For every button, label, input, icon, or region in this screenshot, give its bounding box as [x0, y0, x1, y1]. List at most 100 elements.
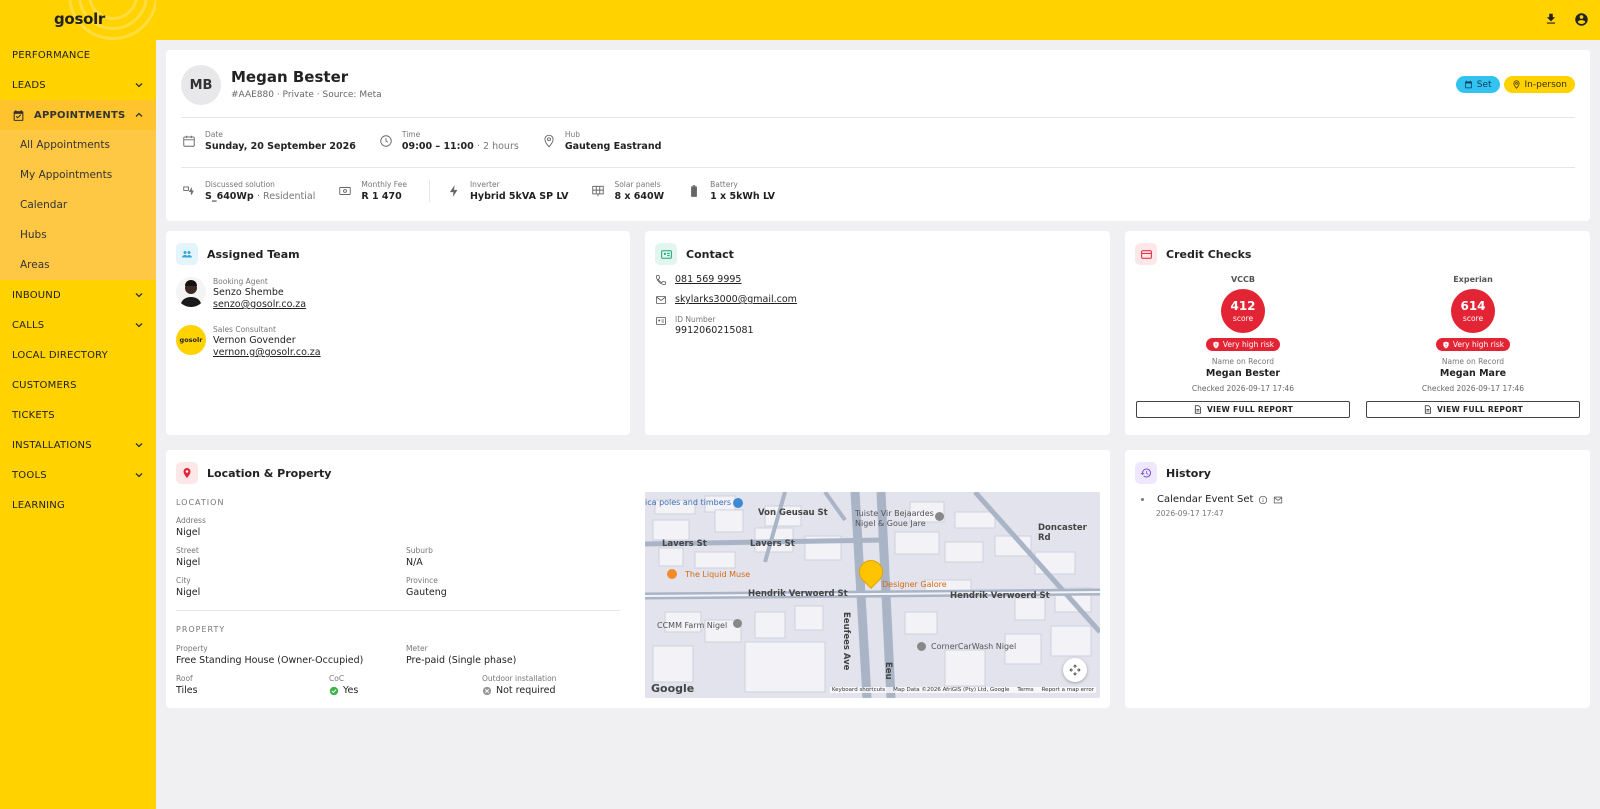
phone-link[interactable]: 081 569 9995 — [675, 274, 741, 285]
map-label: Nigel & Goue Jare — [855, 519, 926, 528]
bureau-name: VCCB — [1230, 275, 1256, 284]
calendar-check-icon — [13, 109, 24, 121]
sidebar-item-inbound[interactable]: INBOUND — [0, 280, 156, 310]
field-label: Outdoor installation — [482, 674, 557, 683]
contact-card: Contact 081 569 9995 skylarks3000@gmail.… — [645, 231, 1110, 435]
report-map-error-link[interactable]: Report a map error — [1042, 687, 1094, 693]
name-on-record: Megan Bester — [1205, 367, 1281, 379]
appointments-submenu: All Appointments My Appointments Calenda… — [0, 130, 156, 280]
solution-meta-row: Discussed solution S_640Wp · Residential … — [181, 180, 797, 202]
sidebar-subitem-areas[interactable]: Areas — [0, 250, 156, 280]
keyboard-shortcuts-link[interactable]: Keyboard shortcuts — [832, 687, 885, 693]
field-value: Not required — [496, 685, 556, 696]
meta-battery: Battery 1 x 5kWh LV — [686, 180, 775, 202]
fullscreen-button[interactable] — [1063, 658, 1087, 682]
sidebar-item-performance[interactable]: PERFORMANCE — [0, 40, 156, 70]
sidebar-item-calls[interactable]: CALLS — [0, 310, 156, 340]
member-role: Booking Agent — [213, 277, 268, 286]
field-meter: Meter Pre-paid (Single phase) — [406, 644, 516, 666]
location-pin-icon — [541, 133, 557, 149]
history-item-time: 2026-09-17 17:47 — [1156, 509, 1224, 518]
mail-icon[interactable] — [1273, 495, 1283, 505]
button-label: VIEW FULL REPORT — [1436, 404, 1524, 414]
card-title: Location & Property — [207, 466, 332, 480]
view-full-report-button[interactable]: VIEW FULL REPORT — [1366, 400, 1580, 418]
map-label: Eeu — [883, 662, 893, 680]
divider — [181, 167, 1575, 168]
sidebar-item-learning[interactable]: LEARNING — [0, 490, 156, 520]
location-map[interactable]: ica poles and timbers Von Geusau St Tuis… — [645, 492, 1100, 698]
map-poi-icon — [917, 642, 926, 651]
sidebar-item-label: LOCAL DIRECTORY — [12, 349, 108, 361]
sidebar-item-installations[interactable]: INSTALLATIONS — [0, 430, 156, 460]
checked-timestamp: Checked 2026-09-17 17:46 — [1421, 383, 1525, 393]
sidebar-item-label: CUSTOMERS — [12, 379, 77, 391]
sidebar-item-local-directory[interactable]: LOCAL DIRECTORY — [0, 340, 156, 370]
field-label: Meter — [406, 644, 428, 653]
sidebar-subitem-calendar[interactable]: Calendar — [0, 190, 156, 220]
map-label: Tuiste Vir Bejaardes — [855, 509, 934, 518]
solar-panel-icon — [590, 183, 606, 199]
sidebar-item-appointments[interactable]: APPOINTMENTS — [0, 100, 156, 130]
lightning-icon — [446, 183, 462, 199]
map-label: Designer Galore — [882, 580, 947, 589]
solar-power-icon — [181, 183, 197, 199]
chevron-down-icon — [135, 293, 143, 298]
section-label-location: LOCATION — [176, 498, 225, 507]
field-city: City Nigel — [176, 576, 200, 598]
risk-label: Very high risk — [1222, 340, 1275, 349]
divider — [176, 610, 620, 611]
view-full-report-button[interactable]: VIEW FULL REPORT — [1136, 400, 1350, 418]
sidebar-subitem-all-appointments[interactable]: All Appointments — [0, 130, 156, 160]
map-label: Von Geusau St — [758, 508, 828, 518]
sidebar-item-label: TICKETS — [12, 409, 55, 421]
card-title: Credit Checks — [1166, 247, 1252, 261]
status-badge-set: Set — [1455, 76, 1500, 93]
sidebar-item-customers[interactable]: CUSTOMERS — [0, 370, 156, 400]
member-email-link[interactable]: senzo@gosolr.co.za — [213, 299, 306, 310]
info-icon[interactable] — [1258, 495, 1268, 505]
sidebar-item-tools[interactable]: TOOLS — [0, 460, 156, 490]
team-member-sales-consultant: gosolr Sales Consultant Vernon Govender … — [176, 325, 321, 358]
score-circle: 614 score — [1451, 289, 1495, 333]
id-card-icon — [656, 317, 666, 325]
document-icon — [1194, 404, 1201, 414]
meta-value: 1 x 5kWh LV — [710, 191, 776, 202]
map-label: Doncaster Rd — [1038, 523, 1087, 543]
score-value: 412 — [1230, 299, 1256, 313]
check-circle-icon — [329, 686, 339, 695]
field-value: Free Standing House (Owner-Occupied) — [176, 655, 364, 666]
terms-link[interactable]: Terms — [1017, 687, 1033, 693]
contact-id-row: ID Number 9912060215081 — [655, 315, 754, 336]
meta-value: Sunday, 20 September 2026 — [205, 141, 356, 152]
meta-label: Date — [205, 130, 223, 139]
meta-solution: Discussed solution S_640Wp · Residential — [181, 180, 315, 202]
sidebar-item-leads[interactable]: LEADS — [0, 70, 156, 100]
risk-label: Very high risk — [1452, 340, 1505, 349]
map-label: Lavers St — [662, 539, 707, 549]
sidebar-item-tickets[interactable]: TICKETS — [0, 400, 156, 430]
card-title: Assigned Team — [207, 247, 300, 261]
customer-name: Megan Bester — [231, 68, 349, 86]
sidebar-subitem-my-appointments[interactable]: My Appointments — [0, 160, 156, 190]
brand-logo[interactable]: gosolr — [54, 10, 105, 28]
appointment-header-card: MB Megan Bester #AAE880 · Private · Sour… — [166, 50, 1590, 221]
credit-checks-card: Credit Checks VCCB 412 score Very high r… — [1125, 231, 1590, 435]
download-icon[interactable] — [1542, 10, 1560, 28]
contact-card-icon — [655, 243, 677, 265]
meta-label: Inverter — [469, 180, 500, 189]
history-icon — [1135, 462, 1157, 484]
credit-bureau-experian: Experian 614 score Very high risk Name o… — [1365, 275, 1581, 418]
credit-bureau-vccb: VCCB 412 score Very high risk Name on Re… — [1135, 275, 1351, 418]
meta-label: Discussed solution — [205, 180, 275, 189]
email-link[interactable]: skylarks3000@gmail.com — [675, 294, 797, 305]
mail-icon — [656, 296, 666, 304]
member-email-link[interactable]: vernon.g@gosolr.co.za — [213, 347, 321, 358]
meta-extra: · 2 hours — [477, 141, 519, 152]
account-icon[interactable] — [1572, 10, 1590, 28]
score-circle: 412 score — [1221, 289, 1265, 333]
field-label: Address — [176, 516, 206, 525]
battery-icon — [686, 183, 702, 199]
sidebar-subitem-hubs[interactable]: Hubs — [0, 220, 156, 250]
fullscreen-icon — [1069, 664, 1081, 676]
